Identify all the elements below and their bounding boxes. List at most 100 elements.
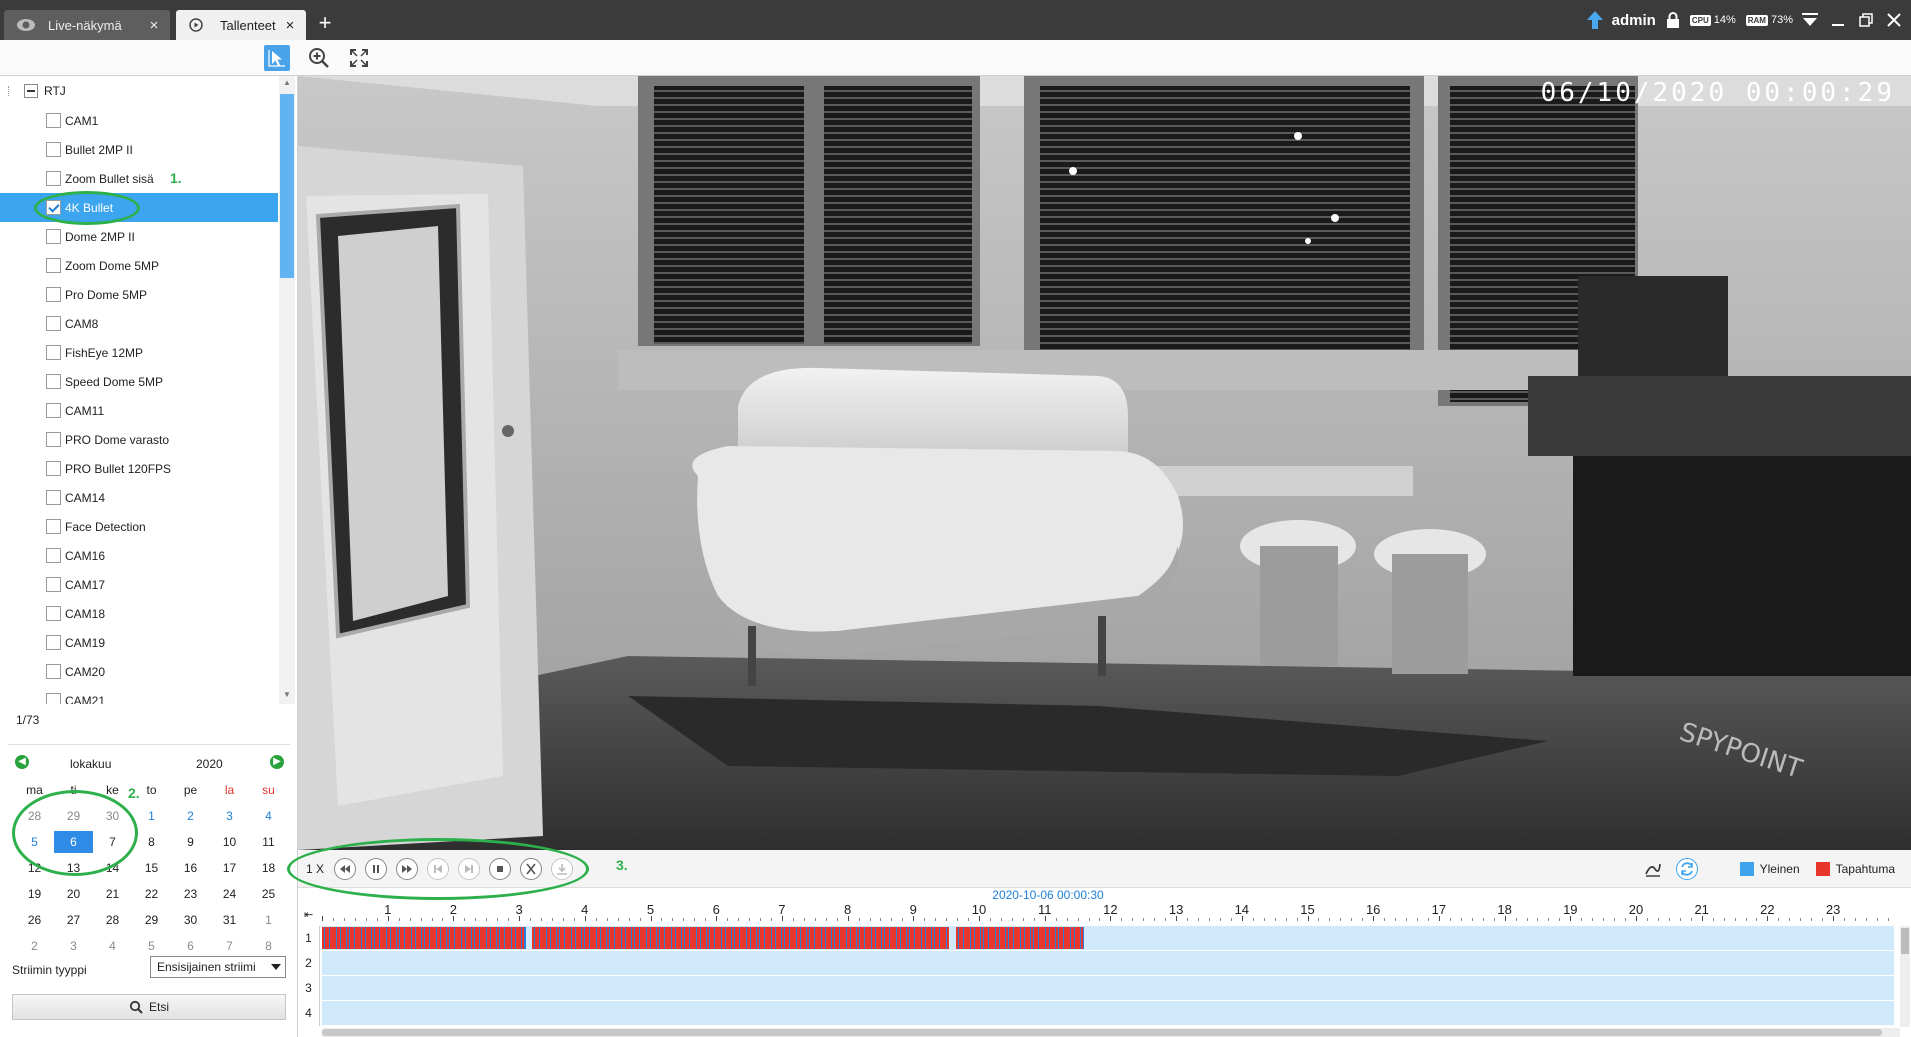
timeline-row[interactable]: 2: [298, 951, 1911, 976]
rewind-button[interactable]: [334, 858, 356, 880]
calendar-day[interactable]: 17: [210, 857, 249, 879]
next-month-icon[interactable]: ▶: [270, 755, 284, 769]
zoom-tool-button[interactable]: [306, 45, 332, 71]
calendar-day[interactable]: 3: [210, 805, 249, 827]
timeline-track[interactable]: [322, 1001, 1894, 1025]
timeline-row[interactable]: 4: [298, 1001, 1911, 1026]
calendar-day[interactable]: 18: [249, 857, 288, 879]
camera-checkbox[interactable]: [46, 113, 61, 128]
camera-item[interactable]: PRO Dome varasto: [0, 425, 278, 454]
calendar-day[interactable]: 11: [249, 831, 288, 853]
camera-item[interactable]: CAM18: [0, 599, 278, 628]
camera-item[interactable]: CAM17: [0, 570, 278, 599]
camera-checkbox[interactable]: [46, 403, 61, 418]
calendar-day[interactable]: 1: [249, 909, 288, 931]
camera-item[interactable]: Speed Dome 5MP: [0, 367, 278, 396]
menu-dropdown-button[interactable]: [1799, 9, 1821, 31]
timeline-horizontal-scrollbar[interactable]: [322, 1028, 1900, 1037]
calendar-day[interactable]: 30: [171, 909, 210, 931]
calendar-day[interactable]: 5: [15, 831, 54, 853]
camera-checkbox[interactable]: [46, 374, 61, 389]
calendar-day[interactable]: 19: [15, 883, 54, 905]
calendar-day[interactable]: 8: [249, 935, 288, 957]
camera-item[interactable]: Zoom Bullet sisä: [0, 164, 278, 193]
calendar-day[interactable]: 7: [93, 831, 132, 853]
camera-checkbox[interactable]: [46, 229, 61, 244]
select-tool-button[interactable]: [264, 45, 290, 71]
camera-item[interactable]: Dome 2MP II: [0, 222, 278, 251]
camera-item[interactable]: 4K Bullet: [0, 193, 278, 222]
timeline-row[interactable]: 3: [298, 976, 1911, 1001]
calendar-day[interactable]: 28: [93, 909, 132, 931]
tree-scrollbar[interactable]: ▲ ▼: [279, 76, 295, 704]
timeline-track[interactable]: [322, 926, 1894, 950]
camera-item[interactable]: CAM21: [0, 686, 278, 704]
calendar-day[interactable]: 1: [132, 805, 171, 827]
calendar-day[interactable]: 9: [171, 831, 210, 853]
camera-checkbox[interactable]: [46, 490, 61, 505]
camera-item[interactable]: CAM8: [0, 309, 278, 338]
camera-checkbox[interactable]: [46, 258, 61, 273]
user-name[interactable]: admin: [1612, 12, 1656, 29]
close-icon[interactable]: ×: [148, 17, 160, 34]
calendar-day[interactable]: 6: [171, 935, 210, 957]
camera-checkbox[interactable]: [46, 200, 61, 215]
timeline-track[interactable]: [322, 951, 1894, 975]
calendar-day[interactable]: 15: [132, 857, 171, 879]
calendar-day[interactable]: 4: [249, 805, 288, 827]
camera-checkbox[interactable]: [46, 693, 61, 704]
camera-item[interactable]: FishEye 12MP: [0, 338, 278, 367]
camera-item[interactable]: CAM14: [0, 483, 278, 512]
calendar-day[interactable]: 29: [54, 805, 93, 827]
calendar-day[interactable]: 7: [210, 935, 249, 957]
camera-item[interactable]: CAM16: [0, 541, 278, 570]
collapse-icon[interactable]: [24, 84, 38, 98]
calendar-day[interactable]: 14: [93, 857, 132, 879]
clip-button[interactable]: [520, 858, 542, 880]
camera-item[interactable]: Face Detection: [0, 512, 278, 541]
calendar-day[interactable]: 10: [210, 831, 249, 853]
timeline-horizontal-thumb[interactable]: [322, 1029, 1882, 1036]
calendar-day[interactable]: 29: [132, 909, 171, 931]
calendar-day[interactable]: 5: [132, 935, 171, 957]
camera-item[interactable]: CAM20: [0, 657, 278, 686]
timeline-ruler[interactable]: 1 2 3 4 5 6 7 8 9 10 11 12 13 14 15 16 17 18 19 20 21 22 23: [322, 902, 1894, 921]
timeline[interactable]: 2020-10-06 00:00:30 ⇤ 1 2 3 4 5 6 7 8 9 10 11 12 13 1…: [298, 888, 1911, 1037]
calendar-day[interactable]: 16: [171, 857, 210, 879]
timeline-vertical-thumb[interactable]: [1901, 928, 1909, 954]
minimize-button[interactable]: [1827, 9, 1849, 31]
stop-button[interactable]: [489, 858, 511, 880]
calendar-day[interactable]: 21: [93, 883, 132, 905]
calendar-day[interactable]: 26: [15, 909, 54, 931]
scroll-down-icon[interactable]: ▼: [279, 690, 295, 702]
camera-checkbox[interactable]: [46, 287, 61, 302]
smart-search-button[interactable]: [1642, 858, 1664, 880]
camera-checkbox[interactable]: [46, 606, 61, 621]
calendar-day[interactable]: 23: [171, 883, 210, 905]
camera-item[interactable]: CAM1: [0, 106, 278, 135]
camera-checkbox[interactable]: [46, 142, 61, 157]
search-button[interactable]: Etsi: [12, 994, 286, 1020]
calendar-day[interactable]: 12: [15, 857, 54, 879]
camera-checkbox[interactable]: [46, 432, 61, 447]
camera-checkbox[interactable]: [46, 316, 61, 331]
calendar-day[interactable]: 24: [210, 883, 249, 905]
camera-item[interactable]: CAM11: [0, 396, 278, 425]
camera-checkbox[interactable]: [46, 664, 61, 679]
calendar-day[interactable]: 22: [132, 883, 171, 905]
calendar-day[interactable]: 31: [210, 909, 249, 931]
prev-month-icon[interactable]: ◀: [15, 755, 29, 769]
pin-icon[interactable]: ⇤: [304, 908, 313, 921]
calendar-day[interactable]: 30: [93, 805, 132, 827]
calendar-day[interactable]: 27: [54, 909, 93, 931]
playback-speed[interactable]: 1 X: [306, 862, 324, 876]
fast-forward-button[interactable]: [396, 858, 418, 880]
sync-button[interactable]: [1675, 858, 1698, 880]
stream-type-select[interactable]: Ensisijainen striimi: [150, 956, 286, 978]
calendar-day[interactable]: 28: [15, 805, 54, 827]
fullscreen-tool-button[interactable]: [346, 45, 372, 71]
tab-recordings[interactable]: Tallenteet ×: [176, 10, 306, 40]
frame-forward-button[interactable]: [458, 858, 480, 880]
calendar-day[interactable]: 20: [54, 883, 93, 905]
calendar-day[interactable]: 3: [54, 935, 93, 957]
